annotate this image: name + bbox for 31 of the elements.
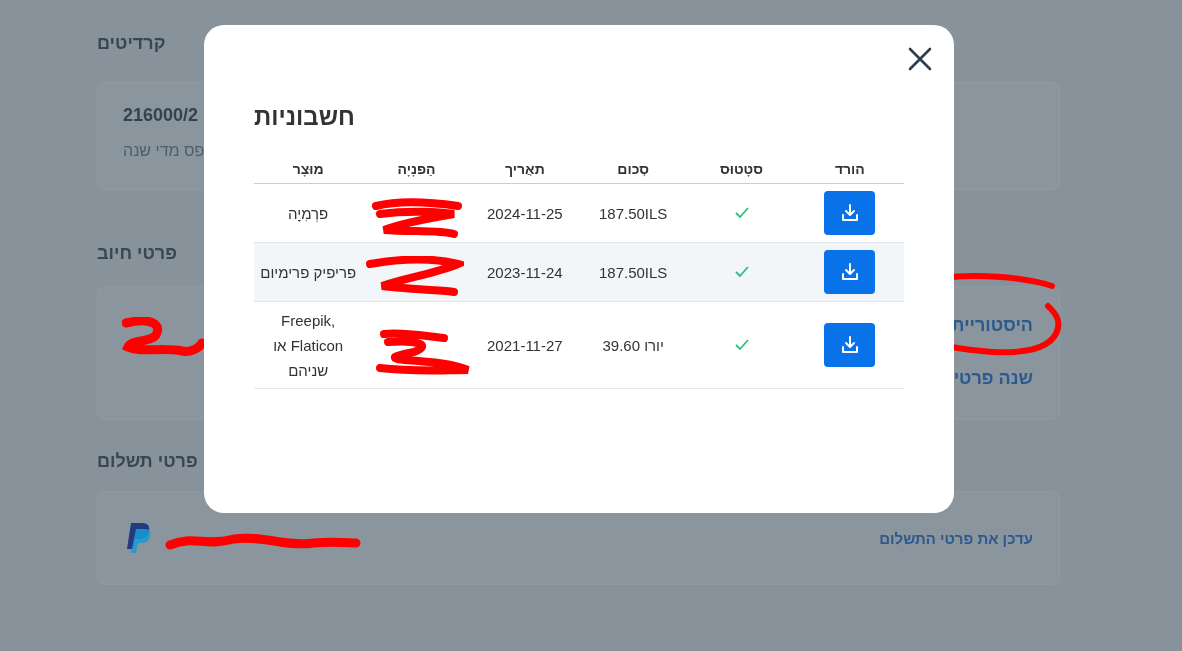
download-icon [839, 335, 860, 355]
date-cell: 2021-11-27 [487, 336, 563, 354]
section-heading: קרדיטים [97, 32, 166, 55]
update-payment-link[interactable]: עדכן את פרטי התשלום [879, 529, 1033, 547]
date-cell: 2024-11-25 [487, 204, 563, 222]
section-heading: פרטי חיוב [97, 242, 177, 265]
billing-link[interactable]: היסטוריית [951, 315, 1033, 336]
column-header: מוּצָר [291, 160, 325, 177]
download-icon [839, 203, 860, 223]
product-cell-text: פריפיק פרימיום [260, 262, 357, 283]
amount-cell: יורו 39.60 [602, 336, 664, 354]
close-icon[interactable] [908, 47, 932, 71]
billing-link[interactable]: שנה פרטי [953, 368, 1033, 389]
amount-cell: 187.50ILS [598, 263, 668, 281]
download-button[interactable] [824, 250, 876, 294]
credits-value: 216000/2 [123, 105, 199, 126]
date-cell: 2023-11-24 [487, 263, 563, 281]
download-icon [839, 262, 860, 282]
download-button[interactable] [824, 323, 876, 367]
download-button[interactable] [824, 191, 876, 235]
credits-note: פס מדי שנה [123, 142, 205, 160]
column-header: הַפנָיָה [396, 160, 437, 177]
amount-cell: 187.50ILS [598, 204, 668, 222]
section-heading: פרטי תשלום [97, 450, 198, 473]
column-header: תאֲריך [504, 160, 546, 177]
dialog-title: חשבוניות [254, 103, 356, 131]
column-header: סְכום [616, 160, 651, 177]
product-cell-text: פרְמִיָה [288, 203, 329, 224]
column-header: הורד [833, 160, 866, 177]
product-cell-text: Freepik, Flaticon או שניהם [272, 310, 345, 381]
column-header: סטָטוּס [719, 160, 765, 177]
